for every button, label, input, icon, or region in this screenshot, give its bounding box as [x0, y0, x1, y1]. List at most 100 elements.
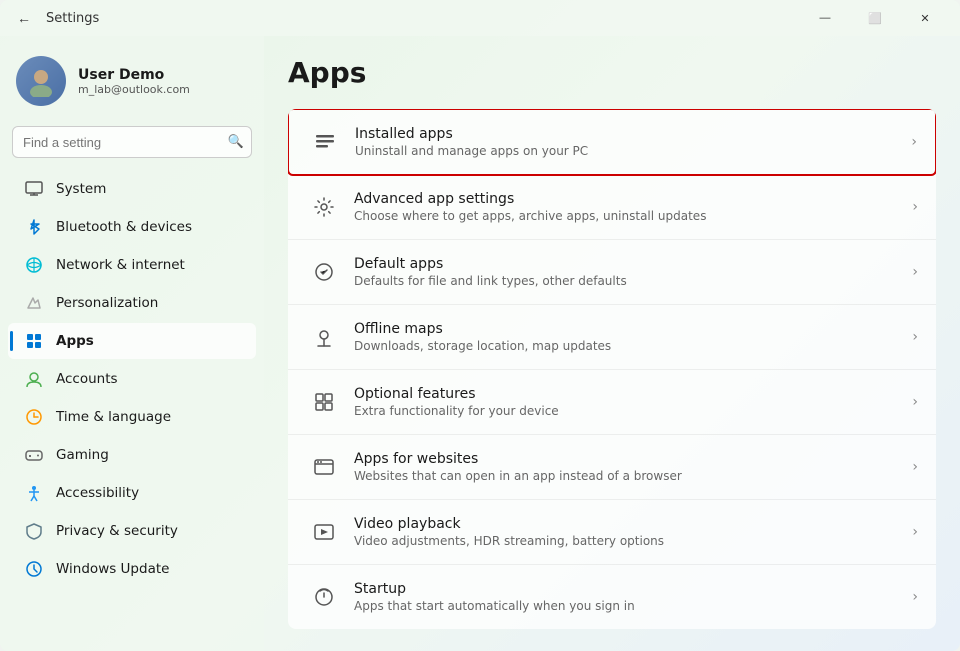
apps-for-websites-title: Apps for websites: [354, 451, 912, 467]
apps-for-websites-icon: [306, 449, 342, 485]
close-button[interactable]: ✕: [902, 4, 948, 32]
nav-apps[interactable]: Apps: [8, 323, 256, 359]
privacy-icon: [24, 521, 44, 541]
nav-privacy[interactable]: Privacy & security: [8, 513, 256, 549]
startup-desc: Apps that start automatically when you s…: [354, 599, 912, 613]
back-button[interactable]: ←: [12, 6, 36, 30]
startup-chevron: ›: [912, 589, 918, 605]
nav-accessibility[interactable]: Accessibility: [8, 475, 256, 511]
offline-maps-title: Offline maps: [354, 321, 912, 337]
page-title: Apps: [288, 56, 936, 89]
titlebar-controls: — ⬜ ✕: [802, 4, 948, 32]
nav-time[interactable]: Time & language: [8, 399, 256, 435]
nav-apps-label: Apps: [56, 333, 94, 349]
apps-icon: [24, 331, 44, 351]
apps-for-websites-chevron: ›: [912, 459, 918, 475]
accessibility-icon: [24, 483, 44, 503]
default-apps-chevron: ›: [912, 264, 918, 280]
installed-apps-desc: Uninstall and manage apps on your PC: [355, 144, 911, 158]
video-playback-text: Video playback Video adjustments, HDR st…: [354, 516, 912, 548]
nav-time-label: Time & language: [56, 409, 171, 425]
nav-system-label: System: [56, 181, 106, 197]
personalization-icon: [24, 293, 44, 313]
optional-features-desc: Extra functionality for your device: [354, 404, 912, 418]
avatar: [16, 56, 66, 106]
installed-apps-item[interactable]: Installed apps Uninstall and manage apps…: [288, 109, 936, 176]
installed-apps-title: Installed apps: [355, 126, 911, 142]
nav-personalization[interactable]: Personalization: [8, 285, 256, 321]
search-box: 🔍: [12, 126, 252, 158]
video-playback-icon: [306, 514, 342, 550]
time-icon: [24, 407, 44, 427]
startup-title: Startup: [354, 581, 912, 597]
user-email: m_lab@outlook.com: [78, 83, 190, 96]
nav-bluetooth-label: Bluetooth & devices: [56, 219, 192, 235]
default-apps-icon: [306, 254, 342, 290]
installed-apps-chevron: ›: [911, 134, 917, 150]
accounts-icon: [24, 369, 44, 389]
nav-system[interactable]: System: [8, 171, 256, 207]
offline-maps-desc: Downloads, storage location, map updates: [354, 339, 912, 353]
search-input[interactable]: [12, 126, 252, 158]
nav-gaming-label: Gaming: [56, 447, 109, 463]
titlebar: ← Settings — ⬜ ✕: [0, 0, 960, 36]
maximize-button[interactable]: ⬜: [852, 4, 898, 32]
nav-accounts[interactable]: Accounts: [8, 361, 256, 397]
nav-personalization-label: Personalization: [56, 295, 158, 311]
optional-features-title: Optional features: [354, 386, 912, 402]
user-name: User Demo: [78, 67, 190, 83]
video-playback-title: Video playback: [354, 516, 912, 532]
windows-update-icon: [24, 559, 44, 579]
default-apps-title: Default apps: [354, 256, 912, 272]
advanced-app-title: Advanced app settings: [354, 191, 912, 207]
nav-bluetooth[interactable]: Bluetooth & devices: [8, 209, 256, 245]
settings-window: ← Settings — ⬜ ✕ User Demo m_lab: [0, 0, 960, 651]
default-apps-desc: Defaults for file and link types, other …: [354, 274, 912, 288]
optional-features-text: Optional features Extra functionality fo…: [354, 386, 912, 418]
default-apps-item[interactable]: Default apps Defaults for file and link …: [288, 240, 936, 305]
advanced-app-chevron: ›: [912, 199, 918, 215]
nav-accessibility-label: Accessibility: [56, 485, 139, 501]
nav-accounts-label: Accounts: [56, 371, 118, 387]
sidebar: User Demo m_lab@outlook.com 🔍 System: [0, 36, 264, 651]
apps-for-websites-item[interactable]: Apps for websites Websites that can open…: [288, 435, 936, 500]
startup-item[interactable]: Startup Apps that start automatically wh…: [288, 565, 936, 629]
optional-features-chevron: ›: [912, 394, 918, 410]
video-playback-item[interactable]: Video playback Video adjustments, HDR st…: [288, 500, 936, 565]
titlebar-left: ← Settings: [12, 6, 802, 30]
offline-maps-text: Offline maps Downloads, storage location…: [354, 321, 912, 353]
gaming-icon: [24, 445, 44, 465]
advanced-app-text: Advanced app settings Choose where to ge…: [354, 191, 912, 223]
content-panel: Apps Installed apps Uninstall and manage…: [264, 36, 960, 651]
advanced-app-settings-item[interactable]: Advanced app settings Choose where to ge…: [288, 175, 936, 240]
startup-icon: [306, 579, 342, 615]
advanced-app-desc: Choose where to get apps, archive apps, …: [354, 209, 912, 223]
user-info: User Demo m_lab@outlook.com: [78, 67, 190, 96]
titlebar-title: Settings: [46, 11, 99, 26]
offline-maps-icon: [306, 319, 342, 355]
nav-network[interactable]: Network & internet: [8, 247, 256, 283]
startup-text: Startup Apps that start automatically wh…: [354, 581, 912, 613]
nav-network-label: Network & internet: [56, 257, 185, 273]
system-icon: [24, 179, 44, 199]
optional-features-item[interactable]: Optional features Extra functionality fo…: [288, 370, 936, 435]
offline-maps-item[interactable]: Offline maps Downloads, storage location…: [288, 305, 936, 370]
video-playback-desc: Video adjustments, HDR streaming, batter…: [354, 534, 912, 548]
default-apps-text: Default apps Defaults for file and link …: [354, 256, 912, 288]
installed-apps-icon: [307, 124, 343, 160]
main-content: User Demo m_lab@outlook.com 🔍 System: [0, 36, 960, 651]
minimize-button[interactable]: —: [802, 4, 848, 32]
network-icon: [24, 255, 44, 275]
apps-for-websites-text: Apps for websites Websites that can open…: [354, 451, 912, 483]
nav-privacy-label: Privacy & security: [56, 523, 178, 539]
settings-list: Installed apps Uninstall and manage apps…: [288, 109, 936, 629]
optional-features-icon: [306, 384, 342, 420]
nav-gaming[interactable]: Gaming: [8, 437, 256, 473]
bluetooth-icon: [24, 217, 44, 237]
advanced-app-icon: [306, 189, 342, 225]
apps-for-websites-desc: Websites that can open in an app instead…: [354, 469, 912, 483]
offline-maps-chevron: ›: [912, 329, 918, 345]
nav-windows-update[interactable]: Windows Update: [8, 551, 256, 587]
user-profile[interactable]: User Demo m_lab@outlook.com: [0, 44, 264, 126]
installed-apps-text: Installed apps Uninstall and manage apps…: [355, 126, 911, 158]
